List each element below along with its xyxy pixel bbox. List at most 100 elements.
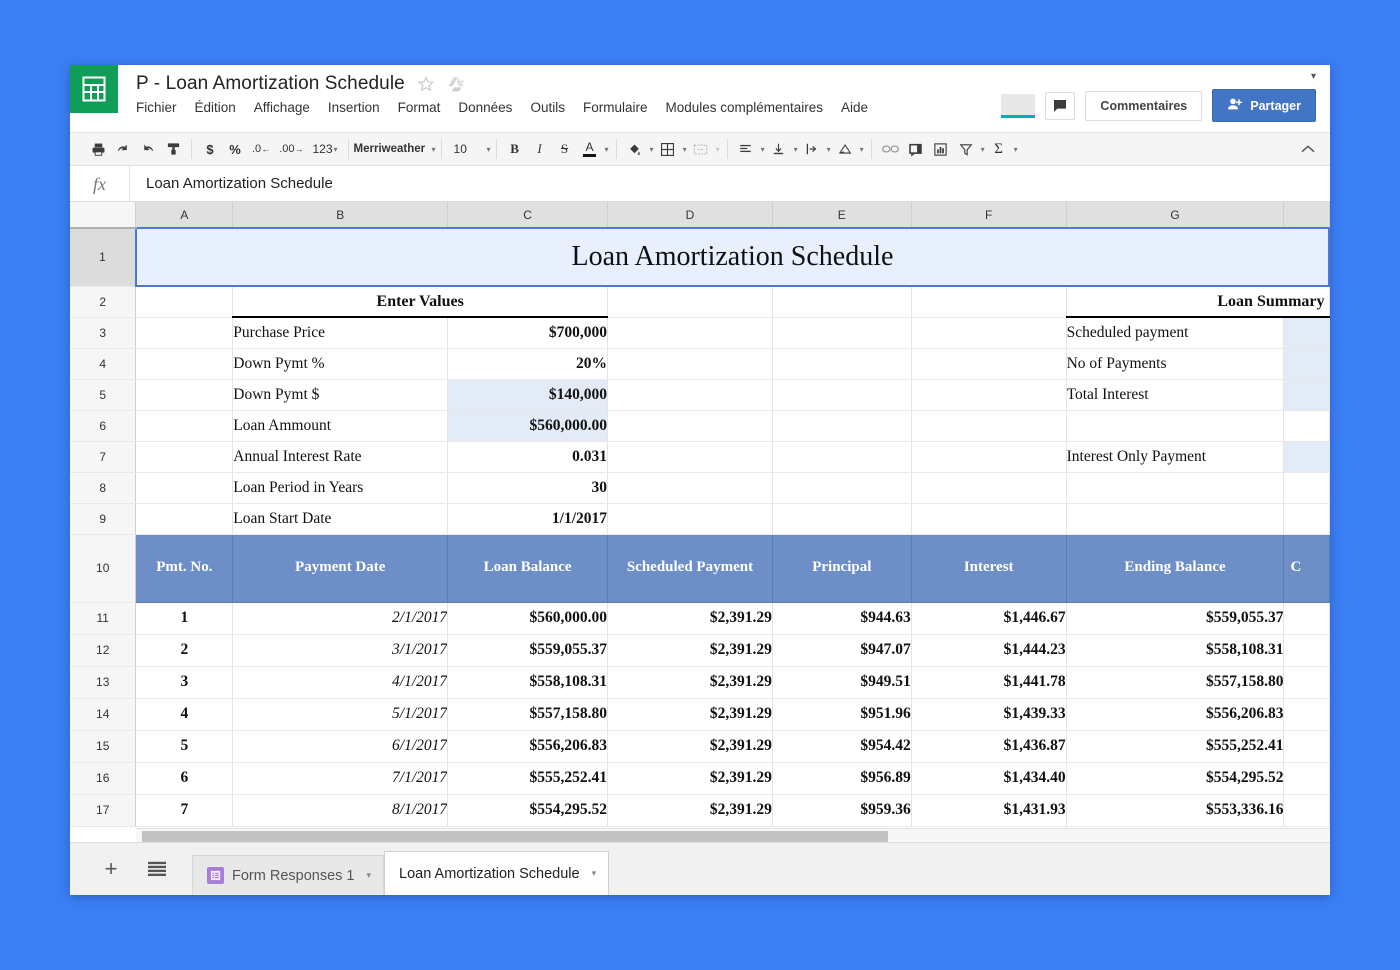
cell-a9[interactable] <box>136 503 233 534</box>
cell-interest[interactable]: $1,441.78 <box>911 666 1066 698</box>
cell-e6[interactable] <box>772 410 911 441</box>
decrease-decimal-button[interactable]: .0← <box>249 137 273 161</box>
cell-ending[interactable]: $556,206.83 <box>1066 698 1284 730</box>
table-header-principal[interactable]: Principal <box>772 534 911 602</box>
menu-item-modules[interactable]: Modules complémentaires <box>665 100 823 115</box>
vertical-align-icon[interactable] <box>768 137 790 161</box>
cell-balance[interactable]: $560,000.00 <box>448 602 608 634</box>
cell-d9[interactable] <box>608 503 773 534</box>
chevron-down-icon[interactable]: ▾ <box>592 868 597 879</box>
row-header-13[interactable]: 13 <box>70 666 136 698</box>
font-size-select[interactable]: 10 ▾ <box>442 137 496 161</box>
row-header-3[interactable]: 3 <box>70 317 136 348</box>
cell-f8[interactable] <box>911 472 1066 503</box>
cell-principal[interactable]: $947.07 <box>772 634 911 666</box>
column-header-f[interactable]: F <box>911 202 1066 228</box>
cell-date[interactable]: 4/1/2017 <box>233 666 448 698</box>
cell-payment[interactable]: $2,391.29 <box>608 762 773 794</box>
font-family-select[interactable]: Merriweather ▾ <box>349 137 441 161</box>
cell-balance[interactable]: $558,108.31 <box>448 666 608 698</box>
cell-next[interactable] <box>1284 698 1329 730</box>
row-header-4[interactable]: 4 <box>70 348 136 379</box>
cell-interest[interactable]: $1,444.23 <box>911 634 1066 666</box>
cell-c8[interactable]: 30 <box>448 472 608 503</box>
cell-principal[interactable]: $954.42 <box>772 730 911 762</box>
column-header-b[interactable]: B <box>233 202 448 228</box>
paint-format-icon[interactable] <box>162 137 184 161</box>
row-header-17[interactable]: 17 <box>70 794 136 826</box>
cell-ending[interactable]: $555,252.41 <box>1066 730 1284 762</box>
cell-payment[interactable]: $2,391.29 <box>608 698 773 730</box>
horizontal-scrollbar-thumb[interactable] <box>142 831 888 842</box>
cell-d3[interactable] <box>608 317 773 348</box>
cell-f4[interactable] <box>911 348 1066 379</box>
column-header-e[interactable]: E <box>772 202 911 228</box>
table-header-next-clipped[interactable]: C <box>1284 534 1329 602</box>
cell-payment[interactable]: $2,391.29 <box>608 666 773 698</box>
row-header-1[interactable]: 1 <box>70 228 136 286</box>
cell-title[interactable]: Loan Amortization Schedule <box>136 228 1329 286</box>
filter-icon[interactable] <box>955 137 977 161</box>
cell-d5[interactable] <box>608 379 773 410</box>
cell-ending[interactable]: $554,295.52 <box>1066 762 1284 794</box>
chevron-down-icon[interactable]: ▾ <box>683 145 687 154</box>
menu-item-aide[interactable]: Aide <box>841 100 868 115</box>
cell-a3[interactable] <box>136 317 233 348</box>
row-header-7[interactable]: 7 <box>70 441 136 472</box>
cell-h5[interactable] <box>1284 379 1329 410</box>
chevron-down-icon[interactable]: ▾ <box>860 145 864 154</box>
cell-interest[interactable]: $1,439.33 <box>911 698 1066 730</box>
cell-next[interactable] <box>1284 730 1329 762</box>
cell-ending[interactable]: $557,158.80 <box>1066 666 1284 698</box>
cell-a4[interactable] <box>136 348 233 379</box>
print-icon[interactable] <box>87 137 109 161</box>
number-format-button[interactable]: 123 ▾ <box>309 137 340 161</box>
cell-pmt-no[interactable]: 6 <box>136 762 233 794</box>
cell-date[interactable]: 7/1/2017 <box>233 762 448 794</box>
insert-chart-icon[interactable] <box>930 137 952 161</box>
chevron-down-icon[interactable]: ▾ <box>1311 71 1316 82</box>
cell-principal[interactable]: $956.89 <box>772 762 911 794</box>
row-header-16[interactable]: 16 <box>70 762 136 794</box>
cell-balance[interactable]: $559,055.37 <box>448 634 608 666</box>
cell-date[interactable]: 8/1/2017 <box>233 794 448 826</box>
bold-button[interactable]: B <box>504 137 526 161</box>
sheets-logo[interactable] <box>70 65 118 113</box>
cell-pmt-no[interactable]: 7 <box>136 794 233 826</box>
cell-h4[interactable] <box>1284 348 1329 379</box>
cell-loan-summary-header[interactable]: Loan Summary <box>1066 286 1329 317</box>
cell-b3[interactable]: Purchase Price <box>233 317 448 348</box>
fill-color-icon[interactable] <box>624 137 646 161</box>
row-header-11[interactable]: 11 <box>70 602 136 634</box>
select-all-corner[interactable] <box>70 202 136 228</box>
cell-ending[interactable]: $553,336.16 <box>1066 794 1284 826</box>
cell-principal[interactable]: $951.96 <box>772 698 911 730</box>
cell-a8[interactable] <box>136 472 233 503</box>
currency-format-button[interactable]: $ <box>199 137 221 161</box>
cell-e9[interactable] <box>772 503 911 534</box>
cell-h8[interactable] <box>1284 472 1329 503</box>
cell-payment[interactable]: $2,391.29 <box>608 634 773 666</box>
cell-h9[interactable] <box>1284 503 1329 534</box>
cell-f5[interactable] <box>911 379 1066 410</box>
cell-a5[interactable] <box>136 379 233 410</box>
cell-b5[interactable]: Down Pymt $ <box>233 379 448 410</box>
cell-payment[interactable]: $2,391.29 <box>608 730 773 762</box>
cell-e4[interactable] <box>772 348 911 379</box>
row-header-9[interactable]: 9 <box>70 503 136 534</box>
cell-balance[interactable]: $556,206.83 <box>448 730 608 762</box>
cell-date[interactable]: 3/1/2017 <box>233 634 448 666</box>
cell-principal[interactable]: $944.63 <box>772 602 911 634</box>
table-header-ending-balance[interactable]: Ending Balance <box>1066 534 1284 602</box>
cell-c5[interactable]: $140,000 <box>448 379 608 410</box>
text-wrap-icon[interactable] <box>801 137 823 161</box>
row-header-2[interactable]: 2 <box>70 286 136 317</box>
menu-item-formulaire[interactable]: Formulaire <box>583 100 648 115</box>
cell-next[interactable] <box>1284 666 1329 698</box>
cell-date[interactable]: 2/1/2017 <box>233 602 448 634</box>
menu-item-format[interactable]: Format <box>398 100 441 115</box>
cell-g7[interactable]: Interest Only Payment <box>1066 441 1284 472</box>
functions-button[interactable]: Σ <box>988 137 1010 161</box>
undo-icon[interactable] <box>112 137 134 161</box>
cell-principal[interactable]: $959.36 <box>772 794 911 826</box>
